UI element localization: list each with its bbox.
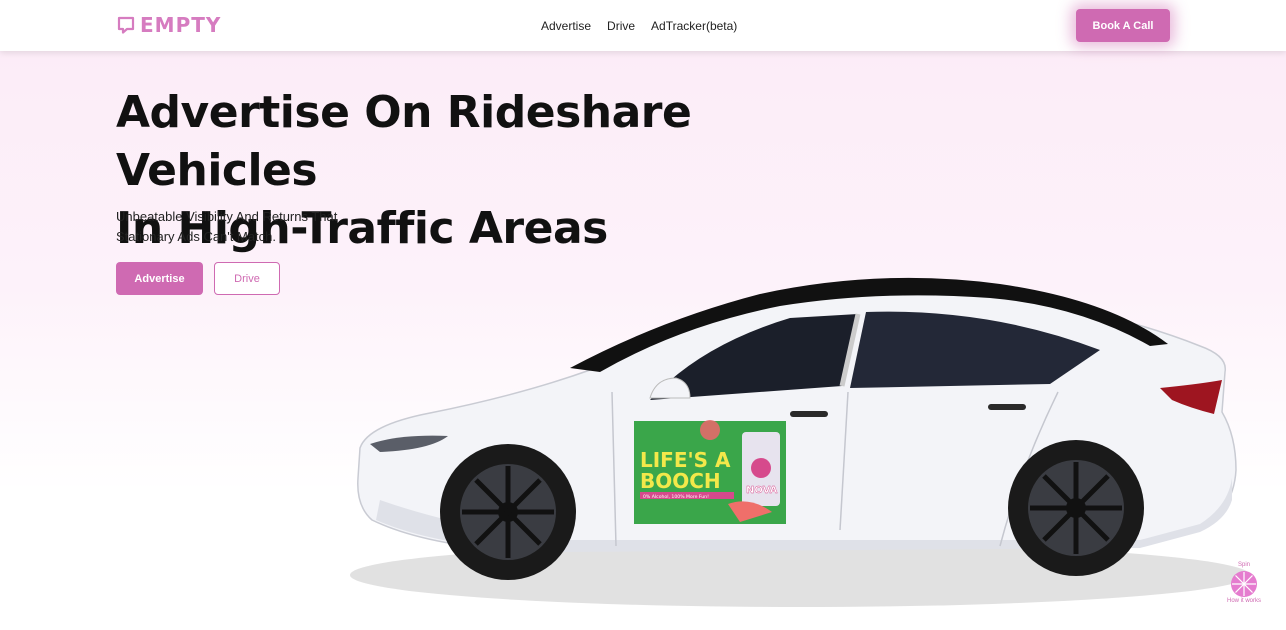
nav-link-advertise[interactable]: Advertise [541,19,591,33]
door-ad-panel: LIFE'S A BOOCH 0% Alcohol, 100% More Fun… [634,420,786,524]
hero-subtitle: Unbeatable Visibility And Returns That S… [116,207,376,247]
widget-top-label: Spin [1237,562,1250,568]
door-handle-rear [988,404,1026,410]
ad-tagline: 0% Alcohol, 100% More Fun! [643,494,709,500]
book-a-call-button[interactable]: Book A Call [1076,9,1170,42]
brand-name: EMPTY [140,13,222,37]
nav-link-drive[interactable]: Drive [607,19,635,33]
ad-brand: NOVA [746,485,778,496]
advertise-button[interactable]: Advertise [116,262,203,295]
nav-link-adtracker[interactable]: AdTracker(beta) [651,19,737,33]
brand-logo[interactable]: EMPTY [116,13,221,37]
how-it-works-widget[interactable]: Spin How it works [1224,558,1264,608]
ad-headline-line-2: BOOCH [640,469,721,493]
car-illustration: LIFE'S A BOOCH 0% Alcohol, 100% More Fun… [350,277,1250,607]
nav-links: Advertise Drive AdTracker(beta) [541,19,753,33]
drive-button[interactable]: Drive [214,262,280,295]
rear-wheel [1008,440,1144,576]
top-navbar: EMPTY Advertise Drive AdTracker(beta) Bo… [0,0,1286,51]
spinner-wheel-icon [1231,571,1257,597]
hero-title-line-1: Advertise On Rideshare Vehicles [116,87,692,196]
widget-bottom-label: How it works [1226,598,1261,604]
hero-subtitle-line-1: Unbeatable Visibility And Returns That [116,209,338,224]
hero-subtitle-line-2: Stationary Ads Can't Match. [116,229,277,244]
chat-bubble-icon [117,16,135,34]
front-wheel [440,444,576,580]
door-handle-front [790,411,828,417]
